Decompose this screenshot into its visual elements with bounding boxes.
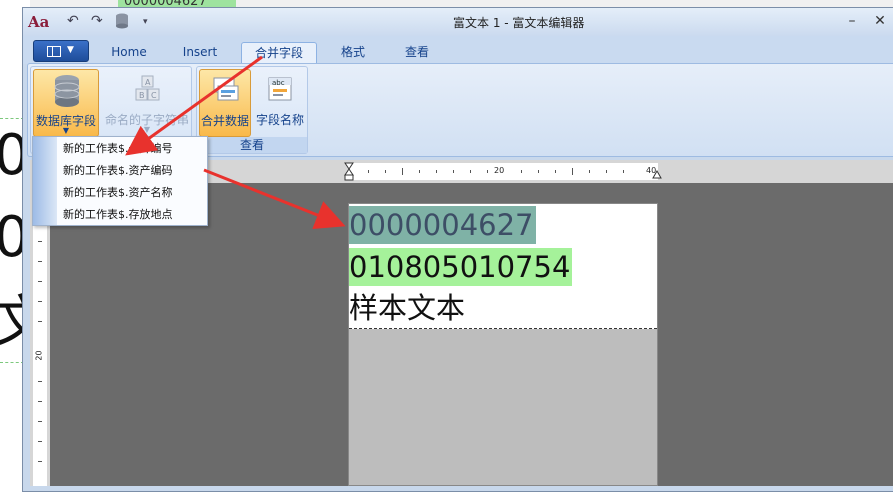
ruler-page-area [33, 203, 47, 486]
svg-text:B: B [139, 91, 145, 100]
tab-format[interactable]: 格式 [327, 42, 379, 64]
menu-item-card-number[interactable]: 新的工作表$.卡片编号 [63, 139, 173, 159]
menu-item-storage-location[interactable]: 新的工作表$.存放地点 [63, 205, 173, 225]
app-logo: Aa [28, 13, 50, 31]
menu-icon [47, 46, 61, 57]
window-title: 富文本 1 - 富文本编辑器 [453, 16, 585, 30]
minimize-icon[interactable]: – [841, 12, 863, 30]
database-field-button[interactable]: 数据库字段 ▼ [33, 69, 99, 137]
database-field-dropdown: 新的工作表$.卡片编号 新的工作表$.资产编码 新的工作表$.资产名称 新的工作… [32, 136, 208, 226]
merge-data-label: 合并数据 [200, 114, 249, 128]
undo-icon[interactable]: ↶ [67, 13, 79, 29]
ruler-label-v20: 20 [34, 350, 44, 361]
merge-field-card-number[interactable]: 0000004627 [349, 206, 536, 244]
close-icon[interactable]: ✕ [869, 12, 891, 30]
tab-insert[interactable]: Insert [171, 42, 229, 64]
chevron-down-icon: ▼ [62, 126, 70, 135]
svg-text:abc: abc [272, 79, 285, 87]
label-content-area[interactable]: 0000004627 010805010754 样本文本 [349, 204, 657, 329]
background-dash-line [0, 362, 24, 363]
tab-merge-fields[interactable]: 合并字段 [241, 42, 317, 64]
redo-icon[interactable]: ↷ [91, 13, 103, 29]
ruler-label-20: 20 [494, 166, 505, 175]
merge-field-asset-code[interactable]: 010805010754 [349, 248, 573, 286]
svg-text:A: A [145, 78, 151, 87]
application-menu-button[interactable]: ▼ [33, 40, 89, 62]
field-name-label: 字段名称 [255, 113, 304, 127]
field-name-button[interactable]: abc 字段名称 [253, 69, 307, 137]
label-page[interactable]: 0000004627 010805010754 样本文本 [348, 203, 658, 486]
svg-text:C: C [151, 91, 157, 100]
database-icon[interactable] [115, 13, 129, 33]
right-indent-marker-icon [652, 169, 662, 179]
database-icon [54, 75, 80, 107]
ribbon-tab-strip: ▼ Home Insert 合并字段 格式 查看 [23, 36, 893, 64]
sample-text[interactable]: 样本文本 [349, 289, 465, 327]
title-bar: Aa ↶ ↷ ▾ 富文本 1 - 富文本编辑器 – ✕ [23, 8, 893, 36]
vertical-ruler: 20 [30, 183, 50, 486]
chevron-down-icon: ▼ [67, 45, 74, 55]
ribbon-group-view: 合并数据 abc 字段名称 查看 [196, 66, 308, 154]
merge-icon [213, 77, 239, 101]
background-dash-line [0, 118, 24, 119]
tab-home[interactable]: Home [101, 42, 157, 64]
menu-icon-strip [33, 137, 57, 225]
indent-marker-icon [344, 162, 354, 181]
tab-view[interactable]: 查看 [391, 42, 443, 64]
abc-field-icon: abc [268, 77, 292, 101]
chevron-down-icon[interactable]: ▾ [143, 17, 148, 27]
menu-item-asset-name[interactable]: 新的工作表$.资产名称 [63, 183, 173, 203]
group-label-view: 查看 [197, 137, 307, 153]
menu-item-asset-code[interactable]: 新的工作表$.资产编码 [63, 161, 173, 181]
named-substring-button[interactable]: A B C 命名的子字符串 ▼ [103, 69, 191, 137]
merge-data-button[interactable]: 合并数据 [199, 69, 251, 137]
chevron-down-icon: ▼ [143, 125, 151, 134]
abc-blocks-icon: A B C [135, 75, 160, 101]
